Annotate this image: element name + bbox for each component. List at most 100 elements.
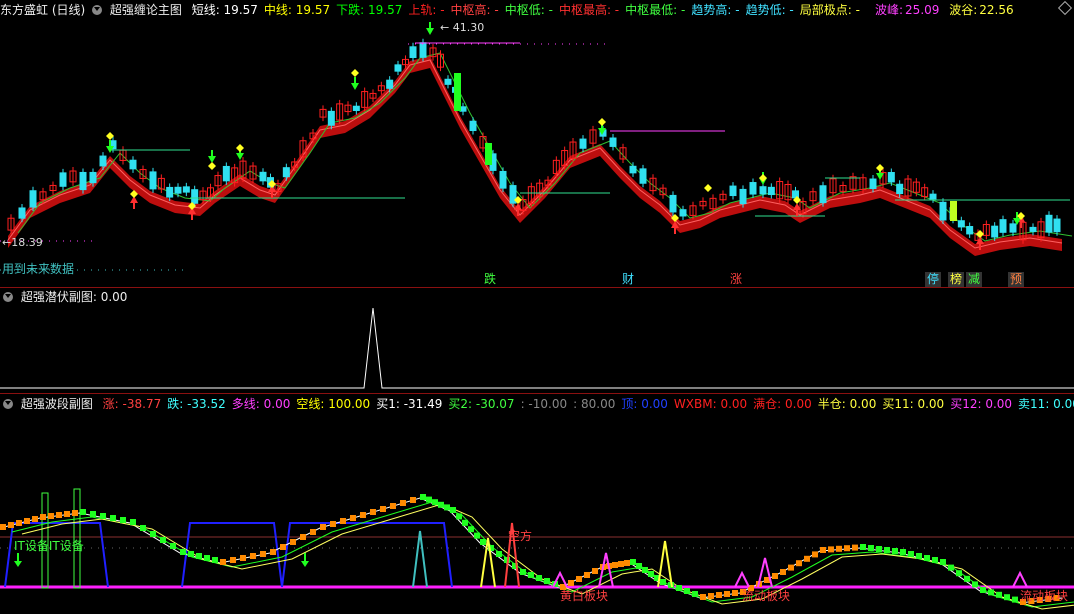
- candle: [59, 172, 67, 187]
- extreme-point-icon: [236, 144, 244, 152]
- wave-block: [972, 581, 978, 588]
- wave-block: [648, 571, 654, 577]
- wave-block: [474, 532, 480, 539]
- candle: [99, 155, 107, 167]
- candle: [991, 225, 999, 238]
- signal-tag: 榜: [948, 272, 965, 287]
- candle: [896, 183, 904, 195]
- wave-block: [340, 518, 346, 524]
- sub2-menu-icon[interactable]: [3, 399, 13, 409]
- wave-block: [828, 546, 834, 553]
- candle: [79, 171, 87, 191]
- wave-block: [732, 590, 738, 596]
- sub2-header-item: : -10.00: [520, 397, 568, 411]
- candle: [394, 64, 402, 72]
- wave-block: [426, 496, 432, 503]
- main-header-item: 中线: 19.57: [263, 3, 331, 17]
- main-header-item: 趋势低: -: [745, 3, 794, 17]
- extreme-point-icon: [704, 184, 712, 192]
- candle: [957, 220, 965, 228]
- wave-block: [16, 520, 22, 526]
- wave-block: [568, 580, 574, 586]
- main-header-item: 中枢最低: -: [625, 3, 686, 17]
- wave-block: [660, 579, 666, 585]
- sub2-header-item: 空线: 100.00: [296, 397, 371, 411]
- wave-block: [462, 519, 468, 526]
- sub2-header-item: 卖11: 0.00: [1018, 397, 1074, 411]
- wave-block: [868, 545, 874, 551]
- candle: [887, 172, 895, 183]
- wave-block: [636, 563, 642, 569]
- wave-block: [520, 569, 526, 575]
- main-header-item: 中枢最高: -: [558, 3, 620, 17]
- wave-block: [900, 549, 906, 555]
- main-indicator-name[interactable]: 超强缠论主图: [110, 3, 182, 17]
- wave-block: [150, 531, 156, 537]
- indicator-menu-icon[interactable]: [92, 5, 103, 15]
- candle: [18, 207, 26, 219]
- sub2-chart[interactable]: IT设备IT设备 空方黄白板块 流动板块 流动板块: [0, 413, 1074, 613]
- candle: [729, 185, 737, 197]
- wave-block: [120, 517, 126, 523]
- sub1-menu-icon[interactable]: [3, 292, 13, 302]
- candle: [759, 186, 767, 195]
- sub2-header-item: 顶: 0.00: [621, 397, 668, 411]
- stock-title[interactable]: 东方盛虹 (日线): [0, 3, 85, 17]
- sub2-header-item: 跌: -33.52: [167, 397, 226, 411]
- candle: [469, 120, 477, 132]
- wave-block: [72, 510, 78, 516]
- wave-block: [280, 544, 286, 550]
- wave-block: [780, 569, 786, 575]
- candle: [609, 137, 617, 147]
- wave-line-green: [11, 501, 1074, 608]
- wave-peak-value: 25.09: [905, 3, 940, 17]
- sub1-indicator-name[interactable]: 超强潜伏副图: [21, 290, 93, 304]
- wave-block: [300, 534, 306, 540]
- candle: [352, 105, 360, 112]
- wave-block: [584, 572, 590, 578]
- wave-block: [260, 551, 266, 557]
- candle: [454, 73, 461, 111]
- wave-block: [788, 564, 794, 571]
- short-line: [7, 59, 1063, 249]
- wave-block: [836, 545, 842, 552]
- wave-block: [812, 551, 818, 558]
- sub2-header-item: : 80.00: [573, 397, 616, 411]
- wave-block: [956, 570, 962, 577]
- wave-block: [270, 549, 276, 555]
- sub2-indicator-name[interactable]: 超强波段副图: [21, 397, 93, 411]
- candle: [999, 219, 1007, 233]
- candle: [409, 46, 417, 58]
- wave-block: [0, 524, 6, 530]
- sub1-value: : 0.00: [92, 290, 128, 304]
- candle: [819, 185, 827, 204]
- wave-block: [924, 555, 930, 561]
- down-arrow-icon: [301, 561, 309, 567]
- wave-block: [48, 513, 54, 519]
- wave-block: [8, 522, 14, 528]
- wave-block: [240, 555, 246, 561]
- wave-block: [988, 589, 994, 596]
- sub2-label: 流动板块: [742, 589, 790, 603]
- wave-block: [612, 562, 618, 568]
- wave-block: [360, 512, 366, 518]
- candle: [89, 171, 97, 184]
- sub1-chart[interactable]: [0, 304, 1074, 392]
- signal-tag: 停: [925, 272, 942, 287]
- down-arrow-icon: [426, 28, 434, 35]
- candle: [1045, 214, 1053, 233]
- candle: [499, 170, 507, 189]
- main-kline-chart[interactable]: ← 41.30 ←18.39: [0, 18, 1074, 288]
- wave-block: [468, 526, 474, 533]
- candle: [629, 165, 637, 174]
- candle: [966, 226, 974, 235]
- wave-block: [100, 513, 106, 519]
- maximize-diamond-icon[interactable]: [1057, 0, 1073, 16]
- wave-block: [64, 511, 70, 517]
- wave-block: [400, 500, 406, 506]
- sub2-label: 流动板块: [1020, 589, 1068, 603]
- wave-block: [188, 551, 194, 557]
- wave-block: [220, 559, 226, 565]
- sub2-header-item: 买11: 0.00: [882, 397, 945, 411]
- wave-block: [796, 560, 802, 567]
